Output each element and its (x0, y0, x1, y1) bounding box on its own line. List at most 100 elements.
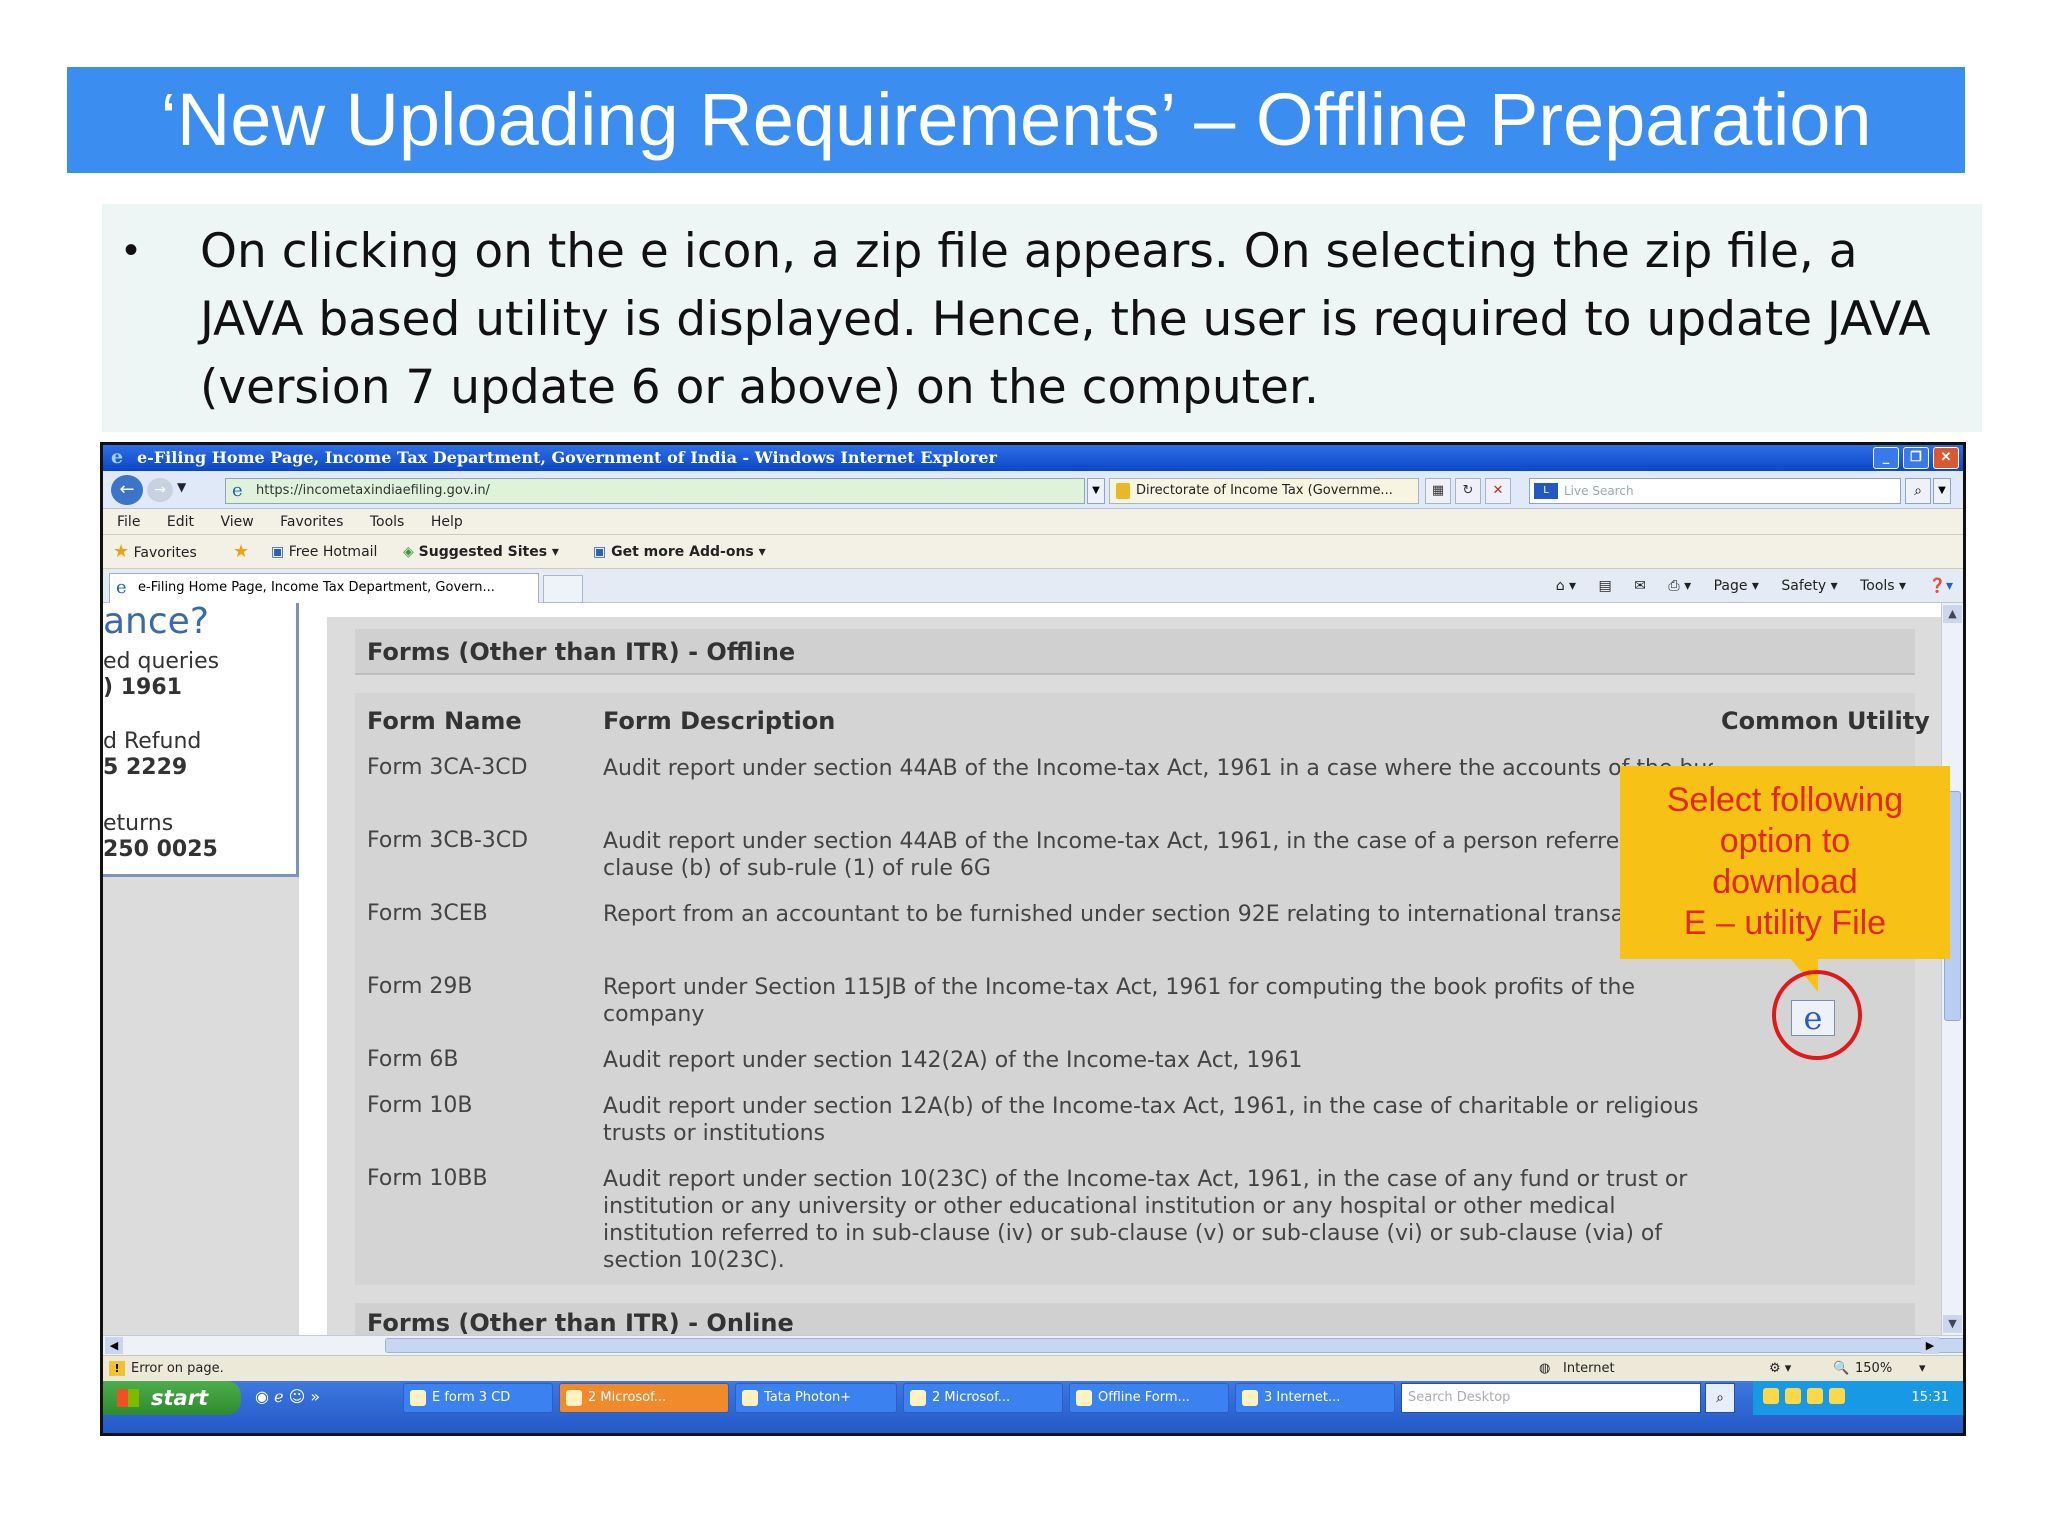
zoom-dropdown-icon[interactable]: ▾ (1919, 1356, 1926, 1382)
desktop-search-input[interactable]: Search Desktop (1401, 1383, 1701, 1413)
task-microsoft-2[interactable]: 2 Microsof... (903, 1383, 1063, 1413)
vertical-scrollbar[interactable]: ▲ ▼ (1941, 603, 1963, 1335)
task-microsoft-1[interactable]: 2 Microsof... (559, 1383, 729, 1413)
favorites-label: Favorites (133, 545, 197, 561)
page-icon: ▣ (271, 544, 285, 560)
zoom-level[interactable]: 150% (1855, 1356, 1892, 1382)
live-search-input[interactable]: L Live Search (1529, 478, 1901, 504)
menu-tools[interactable]: Tools (370, 509, 405, 535)
menu-help[interactable]: Help (431, 509, 463, 535)
col-form-description: Form Description (603, 707, 836, 735)
address-dropdown-icon[interactable]: ▼ (1087, 478, 1105, 504)
close-button[interactable]: ✕ (1933, 447, 1959, 469)
forward-button[interactable]: → (147, 478, 173, 502)
address-toolbar: ← → ▼ e https://incometaxindiaefiling.go… (103, 471, 1963, 509)
window-controls: _ ❐ ✕ (1873, 447, 1959, 469)
compat-view-icon[interactable]: ▦ (1425, 478, 1451, 504)
feeds-icon[interactable]: ▤ (1599, 578, 1612, 594)
cmd-tools[interactable]: Tools ▾ (1860, 578, 1906, 594)
stop-icon[interactable]: ✕ (1485, 478, 1511, 504)
security-report[interactable]: Directorate of Income Tax (Governme... (1109, 478, 1419, 504)
task-tata-photon[interactable]: Tata Photon+ (735, 1383, 897, 1413)
tab-ie-icon: e (116, 577, 127, 598)
status-text[interactable]: Error on page. (131, 1356, 224, 1382)
windows-taskbar: start ◉ ℯ ☺ » E form 3 CD 2 Microsof... … (103, 1381, 1963, 1433)
cmd-safety[interactable]: Safety ▾ (1781, 578, 1837, 594)
task-internet[interactable]: 3 Internet... (1235, 1383, 1395, 1413)
tray-icon[interactable] (1763, 1388, 1779, 1404)
protected-mode-icon[interactable]: ⚙ ▾ (1769, 1356, 1791, 1382)
left-panel-line: ed queries (103, 649, 220, 674)
forms-pane: Forms (Other than ITR) - Offline Form Na… (327, 603, 1945, 1335)
back-button[interactable]: ← (111, 475, 143, 505)
col-form-name: Form Name (367, 707, 522, 735)
chrome-icon[interactable]: ◉ (255, 1387, 269, 1406)
fav-link-hotmail-label: Free Hotmail (288, 544, 378, 560)
scroll-up-icon[interactable]: ▲ (1943, 605, 1962, 623)
fav-link-addons[interactable]: ▣ Get more Add-ons ▾ (593, 535, 766, 569)
task-label: E form 3 CD (432, 1390, 511, 1405)
search-options-icon[interactable]: ▼ (1933, 478, 1951, 504)
desktop-search-button[interactable]: ⌕ (1705, 1383, 1735, 1413)
suggested-sites-icon: ◈ (403, 544, 414, 560)
ie-quick-icon[interactable]: ℯ (274, 1387, 283, 1406)
left-panel-line: 5 2229 (103, 755, 188, 780)
tab-efiling[interactable]: e e-Filing Home Page, Income Tax Departm… (109, 573, 539, 603)
mail-icon[interactable]: ✉ (1634, 578, 1646, 594)
bullet-marker: • (124, 228, 139, 272)
minimize-button[interactable]: _ (1873, 447, 1899, 469)
form-name: Form 10BB (367, 1166, 488, 1191)
tray-icon[interactable] (1785, 1388, 1801, 1404)
new-tab-button[interactable] (543, 575, 583, 603)
task-label: 2 Microsof... (932, 1390, 1011, 1405)
warning-icon[interactable]: ! (109, 1361, 125, 1376)
print-icon[interactable]: ⎙ ▾ (1668, 578, 1691, 594)
restore-button[interactable]: ❐ (1903, 447, 1929, 469)
menu-bar: File Edit View Favorites Tools Help (103, 509, 1963, 535)
modem-icon (742, 1390, 758, 1406)
scroll-right-icon[interactable]: ▶ (1921, 1337, 1939, 1354)
window-titlebar[interactable]: e e-Filing Home Page, Income Tax Departm… (103, 445, 1963, 471)
pane-top-divider (327, 603, 1945, 617)
menu-file[interactable]: File (117, 509, 140, 535)
bullet-box: • On clicking on the e icon, a zip file … (102, 204, 1982, 432)
horizontal-scrollbar[interactable]: ◀ ▶ (103, 1335, 1963, 1355)
task-offline-form[interactable]: Offline Form... (1069, 1383, 1229, 1413)
cmd-page[interactable]: Page ▾ (1714, 578, 1759, 594)
scroll-left-icon[interactable]: ◀ (105, 1337, 123, 1354)
left-panel-line: ) 1961 (103, 675, 182, 700)
form-description: Audit report under section 44AB of the I… (603, 829, 1690, 881)
favorites-bar: ★ Favorites ★ ▣ Free Hotmail ◈ Suggested… (103, 535, 1963, 569)
start-button[interactable]: start (103, 1381, 241, 1415)
tab-strip: e e-Filing Home Page, Income Tax Departm… (103, 569, 1963, 603)
fav-link-suggested[interactable]: ◈ Suggested Sites ▾ (403, 535, 559, 569)
h-scroll-thumb[interactable] (385, 1338, 1963, 1353)
add-favorite-icon[interactable]: ★ (233, 535, 249, 570)
favorites-button[interactable]: ★ Favorites (113, 535, 197, 570)
menu-view[interactable]: View (220, 509, 253, 535)
home-icon[interactable]: ⌂ ▾ (1556, 578, 1576, 594)
scroll-down-icon[interactable]: ▼ (1943, 1315, 1962, 1333)
e-utility-download-icon[interactable]: e (1791, 1000, 1835, 1036)
form-description: Audit report under section 44AB of the I… (603, 756, 1713, 781)
clock[interactable]: 15:31 (1912, 1390, 1949, 1405)
menu-favorites[interactable]: Favorites (280, 509, 343, 535)
search-button[interactable]: ⌕ (1905, 478, 1931, 504)
zoom-icon[interactable]: 🔍 (1833, 1356, 1849, 1382)
cert-label: Directorate of Income Tax (Governme... (1136, 483, 1393, 498)
task-efform[interactable]: E form 3 CD (403, 1383, 553, 1413)
windows-flag-icon (117, 1389, 139, 1407)
tray-icon[interactable] (1807, 1388, 1823, 1404)
page-ie-icon: e (232, 480, 243, 501)
menu-edit[interactable]: Edit (167, 509, 194, 535)
refresh-icon[interactable]: ↻ (1455, 478, 1481, 504)
tab-label: e-Filing Home Page, Income Tax Departmen… (138, 580, 495, 595)
address-bar[interactable]: e https://incometaxindiaefiling.gov.in/ (225, 478, 1085, 504)
tray-icon[interactable] (1829, 1388, 1845, 1404)
help-icon[interactable]: ❓▾ (1929, 578, 1953, 594)
expand-icon[interactable]: » (310, 1387, 320, 1406)
fav-link-hotmail[interactable]: ▣ Free Hotmail (271, 535, 377, 569)
left-panel-line: eturns (103, 811, 174, 836)
messenger-icon[interactable]: ☺ (289, 1387, 306, 1406)
history-dropdown-icon[interactable]: ▼ (177, 480, 186, 494)
